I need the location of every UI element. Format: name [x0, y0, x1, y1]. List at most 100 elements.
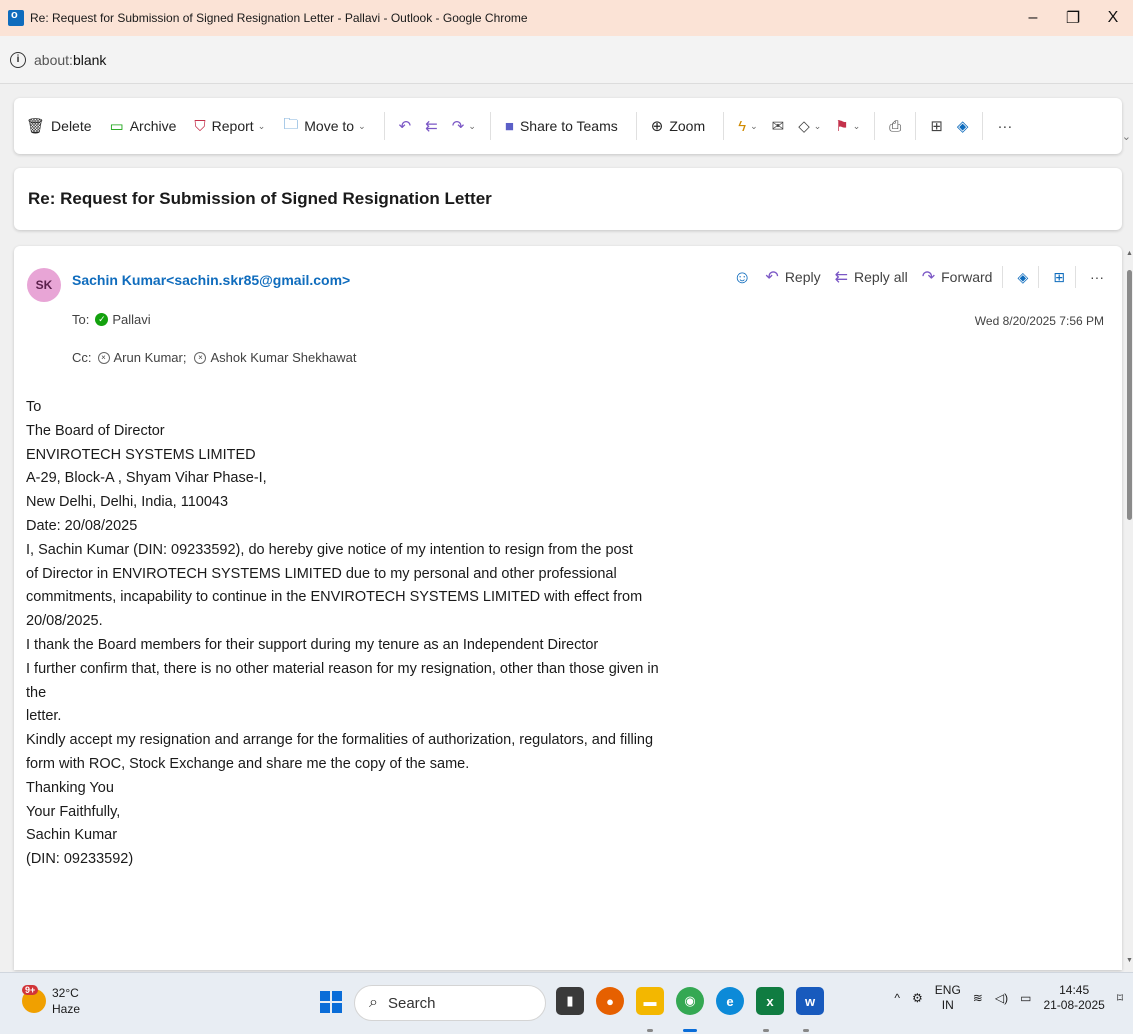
restore-button[interactable]: ❐ [1053, 0, 1093, 36]
actions-divider [1075, 266, 1076, 288]
forward-label: Forward [941, 269, 993, 285]
body-line: Thanking You [26, 779, 114, 796]
message-body: To The Board of Director ENVIROTECH SYST… [26, 396, 666, 872]
vertical-scrollbar[interactable]: ▲ ▼ [1126, 246, 1133, 970]
weather-condition: Haze [52, 1002, 81, 1016]
teams-icon: ■ [504, 117, 514, 135]
clock[interactable]: 14:45 21-08-2025 [1043, 983, 1104, 1013]
forward-icon: ↷ [921, 269, 936, 286]
word-icon[interactable]: w [796, 987, 824, 1015]
close-button[interactable]: X [1093, 0, 1133, 36]
minimize-button[interactable]: – [1013, 0, 1053, 36]
url-text: blank [72, 51, 107, 68]
body-line: of Director in ENVIROTECH SYSTEMS LIMITE… [26, 565, 617, 582]
taskbar-search[interactable]: ⌕ Search [354, 985, 546, 1021]
avatar[interactable]: SK [27, 268, 61, 302]
actions-divider [1038, 266, 1040, 288]
body-line: (DIN: 09233592) [26, 851, 134, 868]
emoji-reaction-icon[interactable]: ☺ [733, 267, 751, 288]
scrollbar-thumb[interactable] [1127, 270, 1132, 520]
message-card: SK Sachin Kumar<sachin.skr85@gmail.com> … [14, 246, 1122, 970]
scroll-up-icon[interactable]: ▲ [1126, 250, 1133, 257]
shield-icon: ⛉ [194, 117, 206, 135]
apps-icon[interactable]: ⊞ [1053, 269, 1065, 286]
cc-label: Cc: [72, 350, 92, 365]
reply-icon[interactable]: ↶ [399, 117, 412, 135]
body-line: letter. [26, 708, 62, 725]
tag-icon[interactable]: ◇ ⌄ [798, 117, 821, 135]
envelope-open-icon[interactable]: ✉ [772, 117, 785, 135]
scroll-down-icon[interactable]: ▼ [1126, 957, 1133, 964]
report-button[interactable]: ⛉ Report ⌄ [194, 118, 265, 135]
excel-icon[interactable]: x [756, 987, 784, 1015]
loop-icon[interactable]: ◈ [957, 117, 969, 135]
message-date: Wed 8/20/2025 7:56 PM [974, 314, 1104, 328]
toolbar-divider [982, 112, 984, 140]
running-indicator [763, 1029, 769, 1032]
weather-text: 32°C Haze [52, 985, 80, 1017]
archive-button[interactable]: ▭ Archive [110, 117, 177, 135]
running-indicator [803, 1029, 809, 1032]
volume-icon[interactable]: ◁) [995, 991, 1008, 1006]
chevron-down-icon: ⌄ [358, 120, 366, 131]
language-indicator[interactable]: ENG IN [935, 983, 961, 1013]
windows-start-icon[interactable] [320, 991, 342, 1013]
notifications-icon[interactable]: ⌑ [1117, 991, 1123, 1006]
delete-button[interactable]: 🗑 Delete [26, 117, 92, 135]
toolbar-divider [874, 112, 876, 140]
forward-icon[interactable]: ↷ ⌄ [452, 117, 476, 135]
sender-name[interactable]: Sachin Kumar<sachin.skr85@gmail.com> [72, 272, 350, 288]
archive-icon: ▭ [109, 118, 124, 135]
wifi-icon[interactable]: ≋ [973, 991, 983, 1006]
body-line: The Board of Director [26, 422, 165, 439]
forward-button[interactable]: ↷ Forward [922, 267, 993, 287]
more-actions-icon[interactable]: ··· [1090, 269, 1104, 285]
trash-icon: 🗑 [26, 118, 46, 135]
loop-icon[interactable]: ◈ [1017, 269, 1028, 286]
outlook-app-icon [8, 9, 24, 26]
actions-divider [1002, 266, 1004, 288]
flag-icon[interactable]: ⚑ ⌄ [835, 117, 860, 135]
reply-all-icon: ⇇ [834, 269, 849, 286]
body-line: form with ROC, Stock Exchange and share … [26, 755, 470, 772]
task-view-icon[interactable]: ▮ [556, 987, 584, 1015]
edge-icon[interactable]: e [716, 987, 744, 1015]
cc-recipient[interactable]: Ashok Kumar Shekhawat [210, 350, 356, 365]
weather-icon: 9+ [22, 985, 46, 1013]
security-icon[interactable]: ⚙ [912, 991, 923, 1006]
battery-icon[interactable]: ▭ [1020, 991, 1031, 1006]
apps-icon[interactable]: ⊞ [930, 117, 943, 135]
windows-taskbar: 9+ 32°C Haze ⌕ Search ▮ ● ▬ ◉ e x w ^ ⚙ … [0, 972, 1133, 1034]
url-scheme: about: [34, 51, 73, 68]
archive-label: Archive [129, 118, 177, 134]
chevron-down-icon: ⌄ [257, 120, 266, 131]
move-to-button[interactable]: 🗀 Move to ⌄ [283, 114, 365, 139]
language-code: ENG [934, 983, 961, 997]
share-to-teams-button[interactable]: ■ Share to Teams [505, 118, 618, 135]
chrome-icon[interactable]: ◉ [676, 987, 704, 1015]
quick-steps-icon[interactable]: ϟ ⌄ [738, 118, 758, 135]
notification-badge: 9+ [22, 985, 39, 995]
file-explorer-icon[interactable]: ▬ [636, 987, 664, 1015]
print-icon[interactable]: ⎙ [889, 118, 901, 135]
to-line: To: ✓ Pallavi [72, 312, 151, 327]
reply-all-icon[interactable]: ⇇ [425, 117, 438, 135]
chevron-down-icon[interactable]: ⌄ [1122, 130, 1131, 143]
reply-button[interactable]: ↶ Reply [765, 267, 820, 287]
cc-line: Cc: × Arun Kumar; × Ashok Kumar Shekhawa… [72, 350, 356, 365]
zoom-button[interactable]: ⊕ Zoom [651, 117, 705, 135]
system-tray: ^ ⚙ ENG IN ≋ ◁) ▭ 14:45 21-08-2025 ⌑ [882, 983, 1123, 1013]
window-title: Re: Request for Submission of Signed Res… [30, 11, 528, 25]
to-recipient[interactable]: Pallavi [112, 312, 150, 327]
search-icon: ⌕ [369, 994, 378, 1011]
weather-widget[interactable]: 9+ 32°C Haze [22, 985, 80, 1017]
reply-all-button[interactable]: ⇇ Reply all [835, 267, 908, 287]
more-options-icon[interactable]: ··· [997, 118, 1012, 135]
address-bar[interactable]: i about: blank [0, 36, 1133, 84]
info-icon[interactable]: i [10, 51, 26, 68]
region-code: IN [941, 998, 954, 1012]
presence-available-icon: ✓ [95, 313, 109, 326]
chevron-up-icon[interactable]: ^ [894, 991, 900, 1006]
firefox-icon[interactable]: ● [596, 987, 624, 1015]
cc-recipient[interactable]: Arun Kumar; [114, 350, 187, 365]
